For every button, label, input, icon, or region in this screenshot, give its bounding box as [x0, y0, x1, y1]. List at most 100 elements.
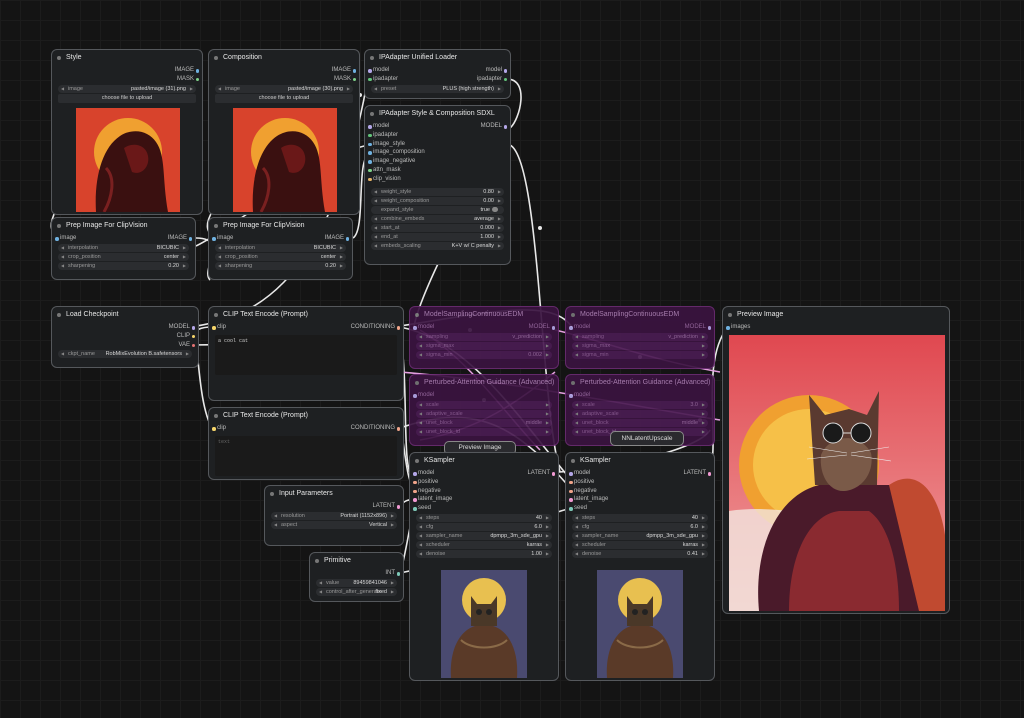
- sampling-select[interactable]: sampling v_prediction: [572, 332, 708, 341]
- input-port[interactable]: [212, 326, 216, 330]
- input-port[interactable]: [569, 489, 573, 494]
- crop-position-select[interactable]: crop_position center: [215, 252, 346, 261]
- input-port[interactable]: [569, 472, 573, 476]
- clip-text-encode-positive-node[interactable]: CLIP Text Encode (Prompt) clip CONDITIONI…: [208, 306, 404, 401]
- node-title[interactable]: IPAdapter Unified Loader: [365, 50, 510, 66]
- denoise-slider[interactable]: denoise 0.41: [572, 549, 708, 558]
- seed-value-input[interactable]: value 89459841046: [316, 578, 397, 587]
- cfg-slider[interactable]: cfg 6.0: [416, 522, 552, 531]
- sigma-max-slider[interactable]: sigma_max: [572, 341, 708, 350]
- node-title[interactable]: Input Parameters: [265, 486, 403, 502]
- expand-style-toggle[interactable]: expand_style true: [371, 205, 504, 214]
- upload-button[interactable]: choose file to upload: [58, 93, 196, 103]
- output-port[interactable]: [707, 472, 711, 476]
- embeds-scaling-select[interactable]: embeds_scaling K+V w/ C penalty: [371, 241, 504, 250]
- sharpening-slider[interactable]: sharpening 0.20: [215, 261, 346, 270]
- node-title[interactable]: ModelSamplingContinuousEDM: [566, 307, 714, 323]
- interpolation-select[interactable]: interpolation BICUBIC: [58, 243, 189, 252]
- input-port[interactable]: [569, 394, 573, 398]
- input-port[interactable]: [413, 489, 417, 494]
- input-port[interactable]: [368, 69, 372, 73]
- node-title[interactable]: Composition: [209, 50, 359, 66]
- unet-block-select[interactable]: unet_block middle: [416, 418, 552, 427]
- end-at-slider[interactable]: end_at 1.000: [371, 232, 504, 241]
- sigma-max-slider[interactable]: sigma_max: [416, 341, 552, 350]
- node-title[interactable]: ModelSamplingContinuousEDM: [410, 307, 558, 323]
- node-title[interactable]: Primitive: [310, 553, 403, 569]
- input-port[interactable]: [413, 480, 417, 485]
- node-title[interactable]: Perturbed-Attention Guidance (Advanced): [410, 375, 558, 391]
- node-title[interactable]: KSampler: [410, 453, 558, 469]
- input-port[interactable]: [569, 480, 573, 485]
- output-port[interactable]: [352, 77, 356, 82]
- clip-text-encode-negative-node[interactable]: CLIP Text Encode (Prompt) clip CONDITIONI…: [208, 407, 404, 480]
- model-sampling-edm-node[interactable]: ModelSamplingContinuousEDM model MODEL sa…: [409, 306, 559, 369]
- node-title[interactable]: CLIP Text Encode (Prompt): [209, 408, 403, 424]
- input-port[interactable]: [413, 498, 417, 502]
- output-port[interactable]: [191, 343, 195, 348]
- input-port[interactable]: [368, 77, 372, 82]
- output-port[interactable]: [503, 77, 507, 82]
- output-port[interactable]: [195, 77, 199, 82]
- output-port[interactable]: [195, 69, 199, 73]
- sampler-name-select[interactable]: sampler_name dpmpp_3m_sde_gpu: [416, 531, 552, 540]
- ipadapter-style-composition-node[interactable]: IPAdapter Style & Composition SDXL model…: [364, 105, 511, 265]
- denoise-slider[interactable]: denoise 1.00: [416, 549, 552, 558]
- crop-position-select[interactable]: crop_position center: [58, 252, 189, 261]
- output-port[interactable]: [352, 69, 356, 73]
- preset-select[interactable]: preset PLUS (high strength): [371, 84, 504, 93]
- output-port[interactable]: [551, 472, 555, 476]
- preview-image-node[interactable]: Preview Image images: [722, 306, 950, 614]
- sampler-name-select[interactable]: sampler_name dpmpp_3m_sde_gpu: [572, 531, 708, 540]
- node-title[interactable]: Prep Image For ClipVision: [209, 218, 352, 234]
- upload-button[interactable]: choose file to upload: [215, 93, 353, 103]
- input-port[interactable]: [368, 160, 372, 164]
- start-at-slider[interactable]: start_at 0.000: [371, 223, 504, 232]
- output-port[interactable]: [396, 505, 400, 509]
- adaptive-scale-slider[interactable]: adaptive_scale: [416, 409, 552, 418]
- output-port[interactable]: [503, 69, 507, 73]
- node-title[interactable]: IPAdapter Style & Composition SDXL: [365, 106, 510, 122]
- aspect-select[interactable]: aspect Vertical: [271, 520, 397, 529]
- input-port[interactable]: [368, 168, 372, 173]
- input-port[interactable]: [368, 151, 372, 155]
- output-port[interactable]: [707, 326, 711, 330]
- prompt-textarea[interactable]: text: [215, 435, 397, 476]
- perturbed-attention-guidance-node[interactable]: Perturbed-Attention Guidance (Advanced) …: [409, 374, 559, 446]
- ckpt-name-select[interactable]: ckpt_name RobMixEvolution B.safetensors: [58, 350, 192, 359]
- primitive-node[interactable]: Primitive INT value 89459841046 control_a…: [309, 552, 404, 602]
- ksampler-node[interactable]: KSampler model LATENT positive negative l…: [565, 452, 715, 681]
- input-port[interactable]: [726, 326, 730, 330]
- output-port[interactable]: [191, 334, 195, 339]
- sharpening-slider[interactable]: sharpening 0.20: [58, 261, 189, 270]
- input-port[interactable]: [55, 237, 59, 241]
- input-port[interactable]: [212, 237, 216, 241]
- node-title[interactable]: Style: [52, 50, 202, 66]
- image-select[interactable]: image pasted/image (30).png: [215, 84, 353, 93]
- style-node[interactable]: Style IMAGE MASK image pasted/image (31).…: [51, 49, 203, 215]
- prep-image-node[interactable]: Prep Image For ClipVision image IMAGE int…: [51, 217, 196, 280]
- input-port[interactable]: [368, 133, 372, 138]
- node-title[interactable]: Load Checkpoint: [52, 307, 198, 323]
- weight-style-slider[interactable]: weight_style 0.80: [371, 187, 504, 196]
- sampling-select[interactable]: sampling v_prediction: [416, 332, 552, 341]
- scheduler-select[interactable]: scheduler karras: [572, 540, 708, 549]
- unet-block-select[interactable]: unet_block middle: [572, 418, 708, 427]
- weight-composition-slider[interactable]: weight_composition 0.00: [371, 196, 504, 205]
- cfg-slider[interactable]: cfg 6.0: [572, 522, 708, 531]
- input-port[interactable]: [368, 177, 372, 182]
- node-title[interactable]: Prep Image For ClipVision: [52, 218, 195, 234]
- interpolation-select[interactable]: interpolation BICUBIC: [215, 243, 346, 252]
- output-port[interactable]: [191, 326, 195, 330]
- input-port[interactable]: [413, 326, 417, 330]
- model-sampling-edm-node[interactable]: ModelSamplingContinuousEDM model MODEL sa…: [565, 306, 715, 369]
- input-parameters-node[interactable]: Input Parameters LATENT resolution Portra…: [264, 485, 404, 546]
- output-port[interactable]: [188, 237, 192, 241]
- unet-block-id-slider[interactable]: unet_block_id: [416, 427, 552, 436]
- input-port[interactable]: [368, 125, 372, 129]
- scale-slider[interactable]: scale: [416, 400, 552, 409]
- output-port[interactable]: [345, 237, 349, 241]
- output-port[interactable]: [503, 125, 507, 129]
- steps-slider[interactable]: steps 40: [572, 513, 708, 522]
- output-port[interactable]: [551, 326, 555, 330]
